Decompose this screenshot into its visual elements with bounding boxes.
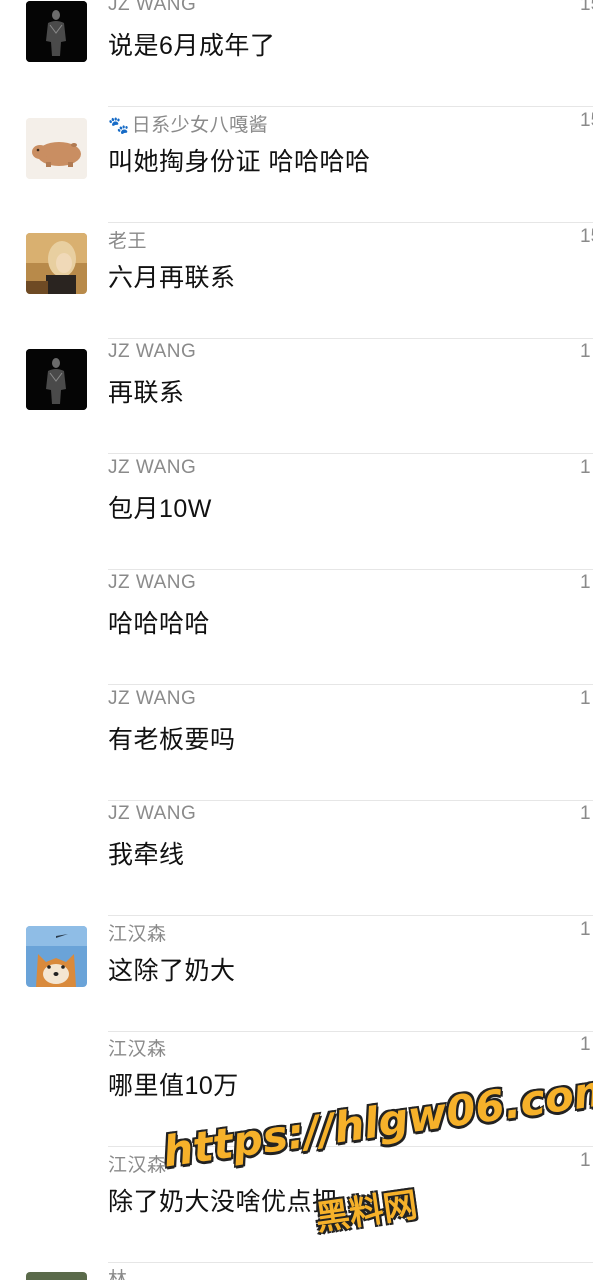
message-text: 六月再联系 [108, 264, 236, 292]
timestamp: 1 [580, 919, 591, 940]
sender-name: JZ WANG [108, 341, 197, 362]
divider [108, 684, 593, 685]
sender-name: 老王 [108, 231, 148, 252]
divider [108, 106, 593, 107]
shiba-dog-avatar-icon [26, 926, 87, 987]
message-text: 这除了奶大 [108, 957, 236, 985]
message-item: JZ WANG 1 包月10W [0, 455, 593, 570]
message-text: 有老板要吗 [108, 726, 236, 754]
avatar[interactable] [26, 1272, 87, 1280]
message-item: JZ WANG 1 有老板要吗 [0, 686, 593, 801]
message-item: 江汉森 1 这除了奶大 [0, 917, 593, 1032]
timestamp: 1 [580, 572, 591, 593]
message-item: JZ WANG 1 再联系 [0, 339, 593, 454]
avatar[interactable] [26, 349, 87, 410]
timestamp: 1 [580, 1034, 591, 1055]
message-text: 哪里值10万 [108, 1072, 239, 1100]
timestamp: 1 [580, 803, 591, 824]
divider [108, 1146, 593, 1147]
timestamp: 1 [580, 1150, 591, 1171]
sender-name: 🐾 日系少女八嘎酱 [108, 115, 269, 136]
message-text: 叫她掏身份证 哈哈哈哈 [108, 148, 371, 176]
message-text: 再联系 [108, 379, 185, 407]
message-item: 江汉森 1 除了奶大没啥优点把 [0, 1148, 593, 1263]
timestamp: 15 [580, 110, 593, 131]
sender-name: JZ WANG [108, 0, 197, 15]
avatar[interactable] [26, 118, 87, 179]
message-text: 说是6月成年了 [108, 32, 276, 60]
message-text: 哈哈哈哈 [108, 610, 211, 638]
divider [108, 1262, 593, 1263]
divider [108, 222, 593, 223]
avatar[interactable] [26, 233, 87, 294]
sender-name: JZ WANG [108, 572, 197, 593]
message-item: 林 [0, 1264, 593, 1280]
sender-name: 林 [108, 1269, 128, 1280]
message-item: 老王 15 六月再联系 [0, 224, 593, 339]
capybara-avatar-icon [26, 118, 87, 179]
sender-name: JZ WANG [108, 688, 197, 709]
sender-name: 江汉森 [108, 924, 167, 945]
timestamp: 15 [580, 226, 593, 247]
divider [108, 915, 593, 916]
sender-name: JZ WANG [108, 457, 197, 478]
message-item: JZ WANG 1 哈哈哈哈 [0, 570, 593, 685]
timestamp: 1 [580, 688, 591, 709]
timestamp: 1 [580, 341, 591, 362]
message-item: JZ WANG 1 我牵线 [0, 801, 593, 916]
sender-name: 江汉森 [108, 1155, 167, 1176]
divider [108, 453, 593, 454]
message-item: 江汉森 1 哪里值10万 [0, 1032, 593, 1147]
dark-figure-avatar-icon [26, 1, 87, 62]
avatar[interactable] [26, 1, 87, 62]
message-text: 除了奶大没啥优点把 [108, 1188, 338, 1216]
sender-name: JZ WANG [108, 803, 197, 824]
avatar[interactable] [26, 926, 87, 987]
timestamp: 15 [580, 0, 593, 15]
message-item: JZ WANG 15 说是6月成年了 [0, 0, 593, 107]
message-item: 🐾日系少女八嘎酱 15 叫她掏身份证 哈哈哈哈 [0, 108, 593, 223]
timestamp: 1 [580, 457, 591, 478]
dark-figure-avatar-icon [26, 349, 87, 410]
paw-icon: 🐾 [108, 116, 130, 135]
woman-photo-avatar-icon [26, 233, 87, 294]
sender-name: 江汉森 [108, 1039, 167, 1060]
message-text: 包月10W [108, 495, 212, 523]
message-text: 我牵线 [108, 841, 185, 869]
